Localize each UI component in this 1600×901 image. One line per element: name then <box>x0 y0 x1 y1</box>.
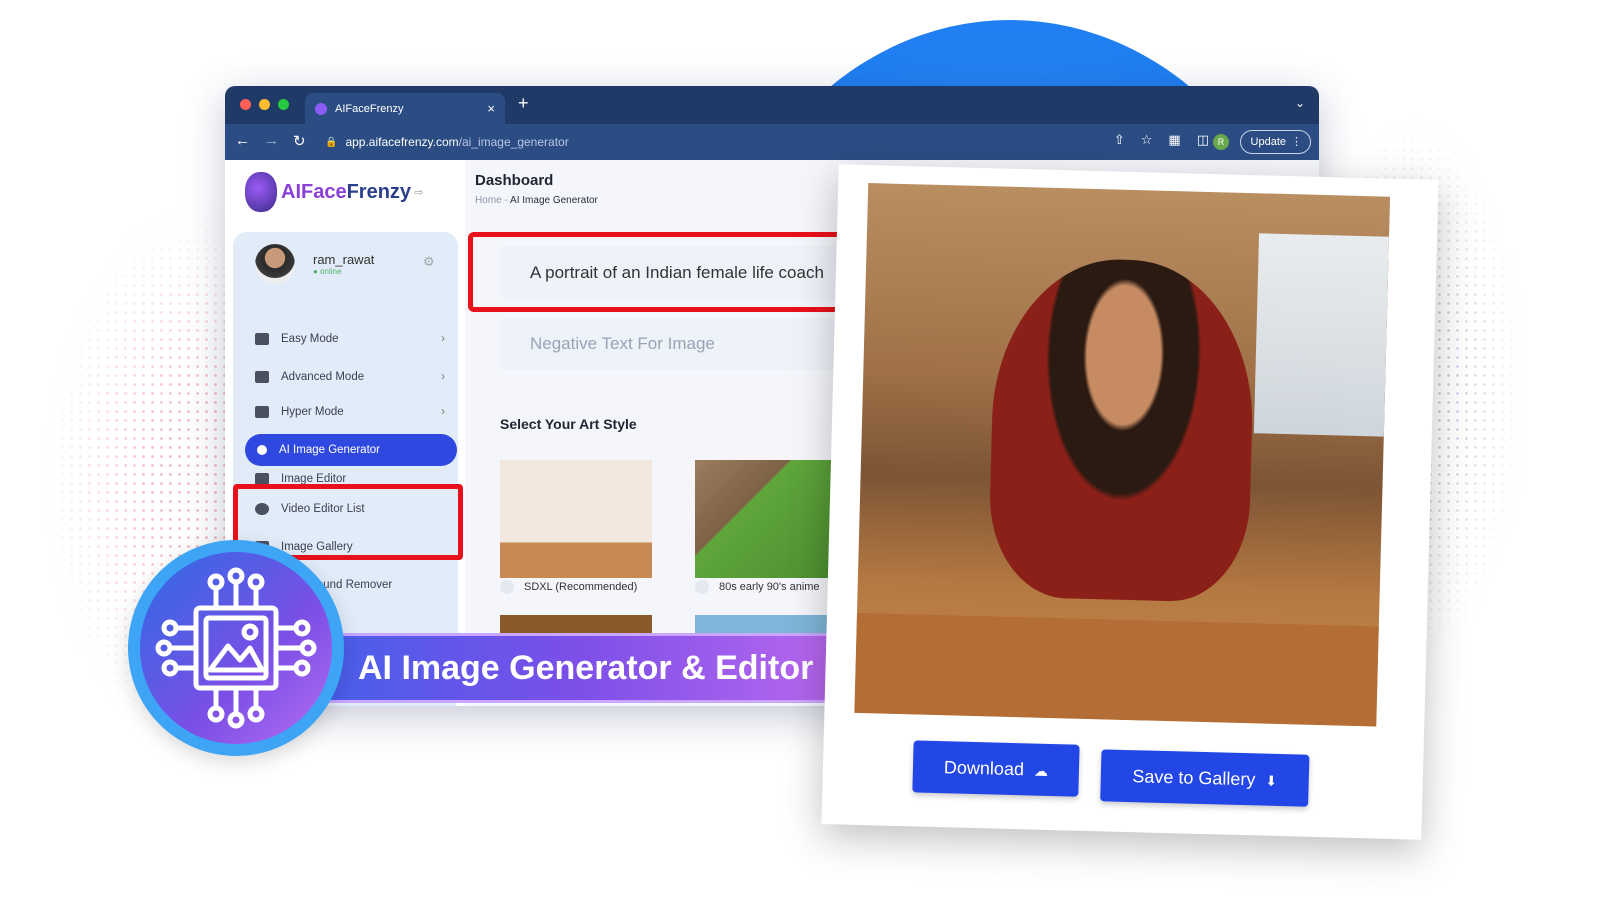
art-style-option-anime[interactable]: 80s early 90's anime <box>695 580 820 594</box>
forward-arrow-icon[interactable]: → <box>264 132 279 150</box>
sidebar-item-advanced-mode[interactable]: Advanced Mode › <box>255 358 445 396</box>
feature-banner: AI Image Generator & Editor <box>255 633 883 703</box>
square-icon <box>255 406 269 418</box>
profile-avatar[interactable]: R <box>1213 134 1229 150</box>
ai-image-chip-icon <box>155 567 317 729</box>
art-style-label: 80s early 90's anime <box>719 580 820 593</box>
sidebar-item-label: AI Image Generator <box>279 444 380 456</box>
collapse-sidebar-icon[interactable]: ⇨ <box>414 186 423 199</box>
page-header: Dashboard Home - AI Image Generator <box>475 172 598 206</box>
sidebar-item-ai-image-generator[interactable]: AI Image Generator <box>245 434 457 466</box>
tab-search-chevron-icon[interactable]: ⌄ <box>1295 96 1305 110</box>
settings-gear-icon[interactable]: ⚙ <box>423 254 435 270</box>
cloud-download-icon: ☁ <box>1033 762 1049 779</box>
chevron-right-icon: › <box>441 371 445 383</box>
highlight-box-prompt <box>468 232 858 312</box>
grid-icon <box>255 371 269 383</box>
photo-window <box>1253 233 1390 437</box>
art-style-heading: Select Your Art Style <box>500 416 637 432</box>
breadcrumb-home[interactable]: Home <box>475 195 502 206</box>
maximize-window-icon[interactable] <box>278 99 289 110</box>
lock-icon: 🔒 <box>325 136 338 148</box>
update-label: Update <box>1250 136 1286 148</box>
radio-icon[interactable] <box>695 580 709 594</box>
radio-icon[interactable] <box>500 580 514 594</box>
breadcrumb-current: AI Image Generator <box>510 195 598 206</box>
download-button[interactable]: Download ☁ <box>912 740 1080 797</box>
sidebar-item-easy-mode[interactable]: Easy Mode › <box>255 320 445 358</box>
back-arrow-icon[interactable]: ← <box>235 132 250 150</box>
sidebar-item-label: Advanced Mode <box>281 371 365 383</box>
minimize-window-icon[interactable] <box>259 99 270 110</box>
art-style-thumb-anime[interactable] <box>695 460 847 578</box>
user-avatar <box>255 244 295 284</box>
save-label: Save to Gallery <box>1132 766 1256 790</box>
extensions-puzzle-icon[interactable]: ▦ <box>1168 132 1180 148</box>
sidebar-item-label: Easy Mode <box>281 333 339 345</box>
online-status: ● online <box>313 267 342 276</box>
chevron-right-icon: › <box>441 333 445 345</box>
breadcrumb: Home - AI Image Generator <box>475 195 598 206</box>
save-download-icon: ⬇ <box>1265 772 1278 789</box>
window-controls <box>240 99 289 110</box>
save-to-gallery-button[interactable]: Save to Gallery ⬇ <box>1100 749 1310 807</box>
app-logo[interactable]: AIFace Frenzy ⇨ <box>245 172 423 212</box>
user-circle-icon <box>257 445 267 455</box>
chevron-right-icon: › <box>441 406 445 418</box>
browser-tools: ⇧ ☆ ▦ ◫ <box>1114 132 1209 148</box>
sidebar-item-label: Hyper Mode <box>281 406 344 418</box>
art-style-option-sdxl[interactable]: SDXL (Recommended) <box>500 580 637 594</box>
url-host: app.aifacefrenzy.com <box>345 135 459 149</box>
navigation-controls: ← → ↻ <box>235 132 306 150</box>
generated-image-card: Download ☁ Save to Gallery ⬇ <box>821 164 1439 840</box>
browser-tab[interactable]: AIFaceFrenzy × <box>305 93 505 124</box>
negative-prompt-input[interactable]: Negative Text For Image <box>500 318 860 370</box>
user-info: ram_rawat ● online <box>313 252 374 276</box>
logo-text-part2: Frenzy <box>346 180 412 203</box>
close-tab-icon[interactable]: × <box>487 101 495 116</box>
user-profile[interactable]: ram_rawat ● online <box>255 244 374 284</box>
update-button[interactable]: Update ⋮ <box>1239 130 1311 154</box>
bookmark-star-icon[interactable]: ☆ <box>1141 132 1153 148</box>
logo-mark-icon <box>245 172 277 212</box>
side-panel-icon[interactable]: ◫ <box>1197 132 1209 148</box>
badge-inner <box>140 552 332 744</box>
feature-badge <box>128 540 344 756</box>
photo-desk <box>854 612 1379 727</box>
share-icon[interactable]: ⇧ <box>1114 132 1125 148</box>
address-toolbar: ← → ↻ 🔒 app.aifacefrenzy.com/ai_image_ge… <box>225 124 1319 160</box>
tab-title: AIFaceFrenzy <box>335 102 404 115</box>
address-bar[interactable]: 🔒 app.aifacefrenzy.com/ai_image_generato… <box>315 130 1175 154</box>
url-path: /ai_image_generator <box>458 135 569 149</box>
art-style-thumb-sdxl[interactable] <box>500 460 652 578</box>
breadcrumb-separator: - <box>504 195 508 206</box>
browser-tab-bar: AIFaceFrenzy × + ⌄ <box>225 86 1319 124</box>
download-label: Download <box>943 757 1025 780</box>
close-window-icon[interactable] <box>240 99 251 110</box>
more-menu-icon[interactable]: ⋮ <box>1291 131 1302 153</box>
menu-icon <box>255 333 269 345</box>
favicon-icon <box>315 102 327 115</box>
art-style-label: SDXL (Recommended) <box>524 580 638 593</box>
sidebar-item-hyper-mode[interactable]: Hyper Mode › <box>255 396 445 418</box>
reload-icon[interactable]: ↻ <box>293 132 306 150</box>
photo-subject <box>987 256 1257 604</box>
logo-text-part1: AIFace <box>281 180 347 203</box>
new-tab-button[interactable]: + <box>518 93 529 114</box>
page-title: Dashboard <box>475 172 554 189</box>
username: ram_rawat <box>313 252 375 267</box>
generated-image[interactable] <box>854 183 1391 727</box>
